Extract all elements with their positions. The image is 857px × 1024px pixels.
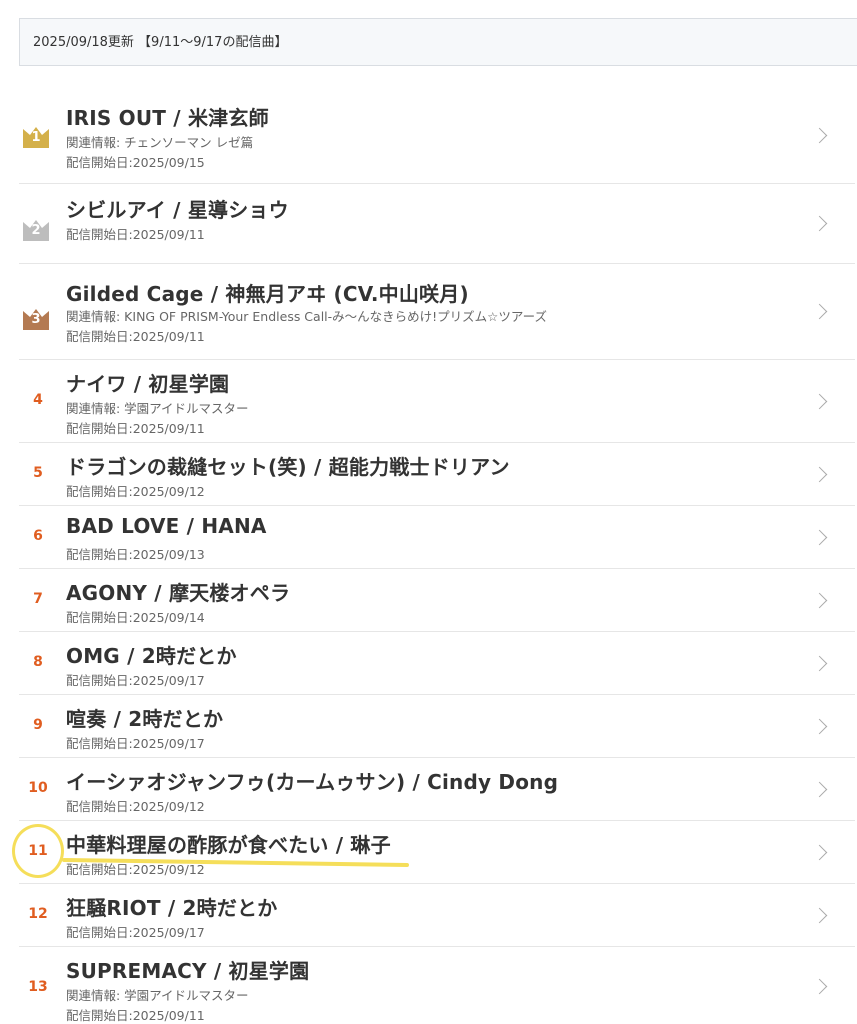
- chevron-right-icon[interactable]: [811, 978, 828, 995]
- release-date: 配信開始日:2025/09/12: [66, 484, 205, 499]
- release-date: 配信開始日:2025/09/11: [66, 329, 205, 344]
- update-header: 2025/09/18更新 【9/11～9/17の配信曲】: [19, 18, 857, 66]
- ranking-row[interactable]: 6 BAD LOVE / HANA 配信開始日:2025/09/13: [19, 506, 855, 569]
- song-title-artist[interactable]: ナイワ / 初星学園: [66, 368, 229, 397]
- ranking-row[interactable]: 13 SUPREMACY / 初星学園関連情報: 学園アイドルマスター 配信開始日:…: [19, 947, 855, 1024]
- chevron-right-icon[interactable]: [811, 655, 828, 671]
- chevron-right-icon[interactable]: [811, 393, 828, 409]
- ranking-row[interactable]: 5 ドラゴンの裁縫セット(笑) / 超能力戦士ドリアン配信開始日:2025/09/…: [19, 443, 855, 506]
- rank-number: 9: [33, 717, 43, 733]
- song-title-artist[interactable]: 中華料理屋の酢豚が食べたい / 琳子: [66, 829, 391, 858]
- chevron-right-icon[interactable]: [811, 592, 828, 608]
- related-info: 関連情報: チェンソーマン レゼ篇: [66, 135, 254, 150]
- rank-number: 4: [33, 392, 43, 408]
- chevron-right-icon[interactable]: [811, 466, 828, 482]
- ranking-row[interactable]: 12 狂騒RIOT / 2時だとか配信開始日:2025/09/17: [19, 884, 855, 947]
- release-date: 配信開始日:2025/09/11: [66, 421, 205, 436]
- ranking-row[interactable]: 8 OMG / 2時だとか配信開始日:2025/09/17: [19, 632, 855, 695]
- song-title-artist[interactable]: AGONY / 摩天楼オペラ: [66, 577, 290, 606]
- bronze-crown-icon: 3: [23, 308, 49, 330]
- highlight-circle-annotation: [12, 824, 64, 878]
- chevron-right-icon[interactable]: [811, 844, 828, 860]
- release-date: 配信開始日:2025/09/17: [66, 673, 205, 688]
- update-text: 2025/09/18更新 【9/11～9/17の配信曲】: [33, 35, 288, 50]
- song-title-artist[interactable]: SUPREMACY / 初星学園: [66, 955, 309, 984]
- related-info: 関連情報: 学園アイドルマスター: [66, 401, 249, 416]
- rank-number: 5: [33, 465, 43, 481]
- chevron-right-icon[interactable]: [811, 215, 828, 232]
- rank-number: 10: [28, 780, 48, 796]
- ranking-row[interactable]: 7 AGONY / 摩天楼オペラ配信開始日:2025/09/14: [19, 569, 855, 632]
- chevron-right-icon[interactable]: [811, 907, 828, 923]
- ranking-row[interactable]: 2 シビルアイ / 星導ショウ配信開始日:2025/09/11: [19, 184, 855, 264]
- song-title-artist[interactable]: OMG / 2時だとか: [66, 640, 237, 669]
- release-date: 配信開始日:2025/09/11: [66, 227, 205, 242]
- chevron-right-icon[interactable]: [811, 127, 828, 144]
- rank-number: 13: [28, 979, 48, 995]
- highlight-underline-annotation: [62, 858, 409, 867]
- song-title-artist[interactable]: 狂騒RIOT / 2時だとか: [66, 892, 277, 921]
- rank-number: 6: [33, 528, 43, 544]
- song-title-artist[interactable]: シビルアイ / 星導ショウ: [66, 194, 289, 223]
- song-title-artist[interactable]: ドラゴンの裁縫セット(笑) / 超能力戦士ドリアン: [66, 451, 510, 480]
- chevron-right-icon[interactable]: [811, 303, 828, 320]
- gold-crown-icon: 1: [23, 126, 49, 148]
- rank-number: 1: [31, 130, 41, 145]
- rank-number: 2: [31, 223, 41, 238]
- related-info: 関連情報: 学園アイドルマスター: [66, 988, 249, 1003]
- song-title-artist[interactable]: イーシァオジャンフゥ(カームゥサン) / Cindy Dong: [66, 766, 558, 795]
- release-date: 配信開始日:2025/09/11: [66, 1008, 205, 1023]
- related-info: 関連情報: KING OF PRISM-Your Endless Call-み～…: [66, 309, 547, 324]
- release-date: 配信開始日:2025/09/13: [66, 547, 205, 562]
- song-title-artist[interactable]: 喧奏 / 2時だとか: [66, 703, 223, 732]
- ranking-row[interactable]: 11 中華料理屋の酢豚が食べたい / 琳子 配信開始日:2025/09/12: [19, 821, 855, 884]
- ranking-row[interactable]: 10 イーシァオジャンフゥ(カームゥサン) / Cindy Dong 配信開始日:2…: [19, 758, 855, 821]
- song-title-artist[interactable]: IRIS OUT / 米津玄師: [66, 102, 269, 131]
- ranking-row[interactable]: 1 IRIS OUT / 米津玄師関連情報: チェンソーマン レゼ篇 配信開始日:2…: [19, 88, 855, 184]
- song-title-artist[interactable]: Gilded Cage / 神無月アヰ (CV.中山咲月): [66, 278, 469, 307]
- rank-number: 7: [33, 591, 43, 607]
- rank-number: 3: [31, 312, 41, 327]
- release-date: 配信開始日:2025/09/15: [66, 155, 205, 170]
- ranking-row[interactable]: 3 Gilded Cage / 神無月アヰ (CV.中山咲月) 関連情報: KING…: [19, 264, 855, 360]
- ranking-row[interactable]: 4 ナイワ / 初星学園関連情報: 学園アイドルマスター 配信開始日:2025/09…: [19, 360, 855, 443]
- ranking-row[interactable]: 9 喧奏 / 2時だとか配信開始日:2025/09/17: [19, 695, 855, 758]
- release-date: 配信開始日:2025/09/17: [66, 925, 205, 940]
- chevron-right-icon[interactable]: [811, 718, 828, 734]
- silver-crown-icon: 2: [23, 219, 49, 241]
- chevron-right-icon[interactable]: [811, 781, 828, 797]
- song-title-artist[interactable]: BAD LOVE / HANA: [66, 514, 267, 538]
- release-date: 配信開始日:2025/09/14: [66, 610, 205, 625]
- release-date: 配信開始日:2025/09/12: [66, 799, 205, 814]
- chevron-right-icon[interactable]: [811, 529, 828, 545]
- rank-number: 12: [28, 906, 48, 922]
- rank-number: 8: [33, 654, 43, 670]
- ranking-list: 1 IRIS OUT / 米津玄師関連情報: チェンソーマン レゼ篇 配信開始日:2…: [19, 88, 855, 1024]
- release-date: 配信開始日:2025/09/17: [66, 736, 205, 751]
